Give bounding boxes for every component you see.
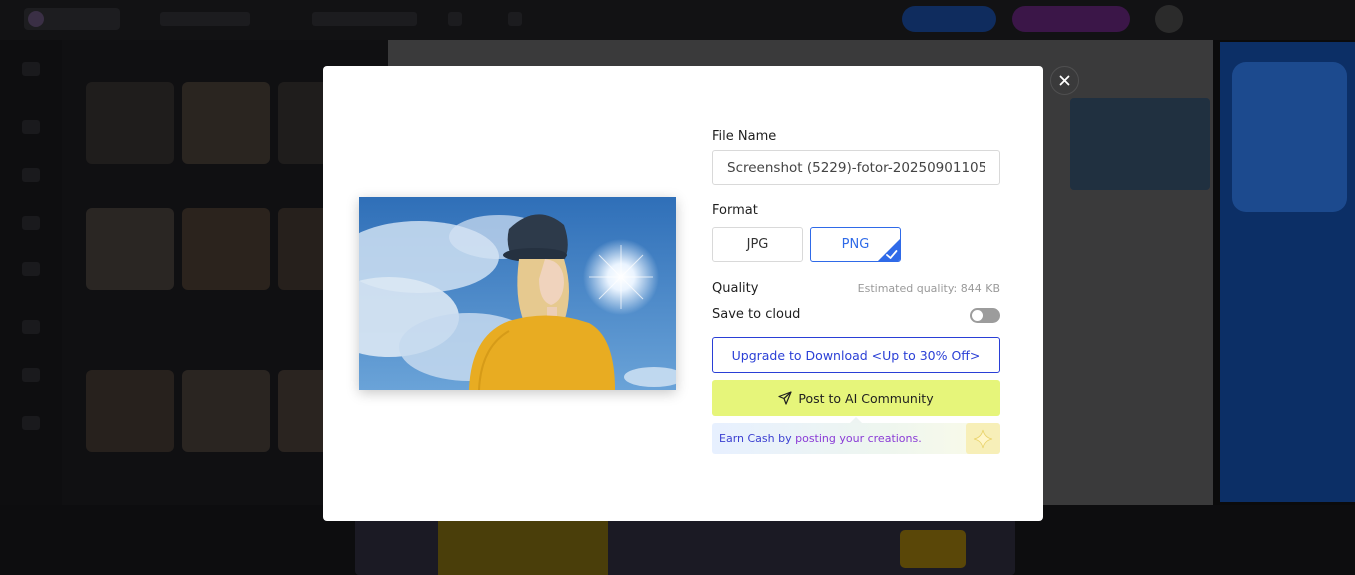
top-menu-item <box>160 12 250 26</box>
template-thumbnail <box>182 370 270 452</box>
bottom-banner-image <box>438 515 608 575</box>
template-thumbnail <box>86 370 174 452</box>
top-bar-blue-button <box>902 6 996 32</box>
upgrade-button-label: Upgrade to Download <Up to 30% Off> <box>731 347 981 363</box>
app-sidebar <box>0 40 62 510</box>
close-dialog-button[interactable] <box>1050 66 1079 95</box>
template-thumbnail <box>86 208 174 290</box>
image-preview <box>359 197 676 390</box>
selected-check-icon <box>878 239 900 261</box>
toggle-knob <box>972 310 983 321</box>
template-thumbnail <box>182 208 270 290</box>
top-menu-icon <box>448 12 462 26</box>
file-name-input[interactable] <box>712 150 1000 185</box>
bottom-banner-button <box>900 530 966 568</box>
format-option-label: PNG <box>841 237 870 252</box>
close-icon <box>1059 75 1070 86</box>
paper-plane-icon <box>778 391 792 405</box>
format-option-png[interactable]: PNG <box>810 227 901 262</box>
top-menu-item <box>312 12 417 26</box>
sparkle-icon <box>966 423 1000 454</box>
post-button-label: Post to AI Community <box>798 390 934 406</box>
app-logo <box>24 8 120 30</box>
canvas-side-card <box>1070 98 1210 190</box>
template-thumbnail <box>182 82 270 164</box>
save-to-cloud-toggle[interactable] <box>970 308 1000 323</box>
sidebar-icon <box>22 416 40 430</box>
earn-cash-tooltip: Earn Cash by posting your creations. <box>712 417 1000 454</box>
template-thumbnail <box>86 82 174 164</box>
earn-cash-prefix: Earn Cash by <box>719 432 796 445</box>
sidebar-icon <box>22 62 40 76</box>
format-option-label: JPG <box>746 237 769 252</box>
format-label: Format <box>712 203 758 218</box>
top-bar-purple-button <box>1012 6 1130 32</box>
save-to-cloud-label: Save to cloud <box>712 307 801 322</box>
sidebar-icon <box>22 262 40 276</box>
earn-cash-text: Earn Cash by posting your creations. <box>719 432 922 445</box>
sidebar-icon <box>22 368 40 382</box>
quality-label: Quality <box>712 281 759 296</box>
file-name-label: File Name <box>712 129 777 144</box>
promo-illustration <box>1232 62 1347 212</box>
download-dialog: File Name Format JPG PNG Quality Estimat… <box>323 66 1043 521</box>
sidebar-icon <box>22 320 40 334</box>
earn-cash-highlight: posting your creations. <box>795 432 922 445</box>
user-avatar <box>1155 5 1183 33</box>
sidebar-icon <box>22 120 40 134</box>
post-to-ai-community-button[interactable]: Post to AI Community <box>712 380 1000 416</box>
upgrade-to-download-button[interactable]: Upgrade to Download <Up to 30% Off> <box>712 337 1000 373</box>
estimated-quality: Estimated quality: 844 KB <box>857 282 1000 295</box>
format-option-jpg[interactable]: JPG <box>712 227 803 262</box>
sidebar-icon <box>22 168 40 182</box>
top-menu-icon <box>508 12 522 26</box>
sidebar-icon <box>22 216 40 230</box>
app-top-bar <box>0 0 1355 40</box>
